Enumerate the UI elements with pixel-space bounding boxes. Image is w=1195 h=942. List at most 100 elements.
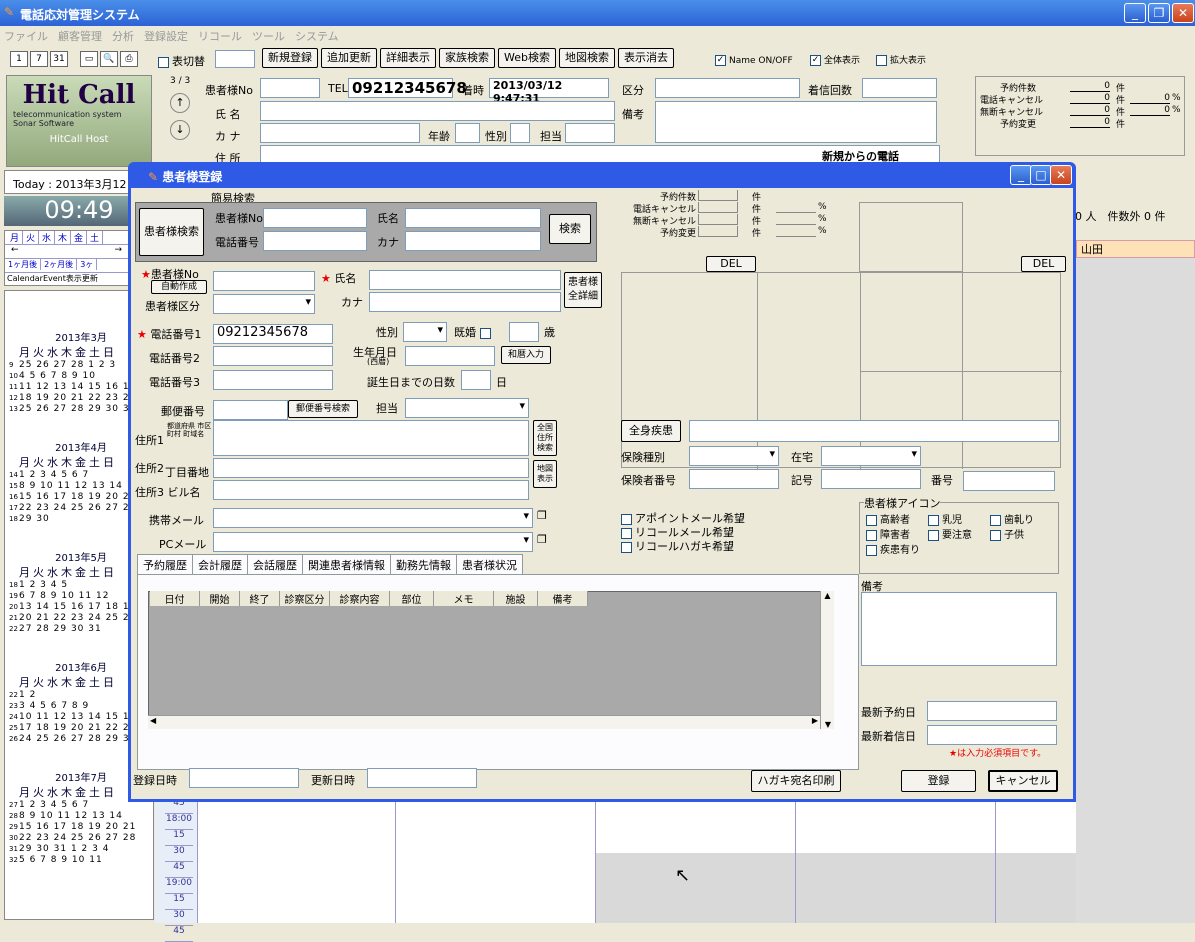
- dialog-close-icon[interactable]: ✕: [1050, 165, 1072, 185]
- window-icon[interactable]: ▭: [80, 51, 98, 67]
- hokensha-field[interactable]: [689, 469, 779, 489]
- calendar-1-icon[interactable]: 1: [10, 51, 28, 67]
- yubin-search-button[interactable]: 郵便番号検索: [288, 400, 358, 418]
- icon-checkbox-5[interactable]: 子供: [990, 526, 1052, 541]
- kakudai-checkbox[interactable]: [876, 54, 887, 66]
- jidou-button[interactable]: 自動作成: [151, 280, 207, 294]
- icon-checkbox-0[interactable]: 高齢者: [866, 511, 928, 526]
- print-icon[interactable]: ⎙: [120, 51, 138, 67]
- chakushin-field[interactable]: [862, 78, 937, 98]
- day-1[interactable]: 火: [23, 231, 39, 244]
- dialog-maximize-icon[interactable]: □: [1030, 165, 1052, 185]
- seibetsu-select[interactable]: ▾: [403, 322, 447, 342]
- zenkoku-button[interactable]: 全国住所検索: [533, 420, 557, 456]
- zenshin-field[interactable]: [689, 420, 1059, 442]
- toolbar-button-1[interactable]: 追加更新: [321, 48, 377, 68]
- menu-item-1[interactable]: 顧客管理: [58, 30, 102, 43]
- col-header-2[interactable]: 終了: [240, 591, 280, 606]
- vscroll[interactable]: ▲ ▼: [820, 591, 834, 729]
- col-header-7[interactable]: 施設: [494, 591, 538, 606]
- minimize-icon[interactable]: _: [1124, 3, 1146, 23]
- seibetsu-field[interactable]: [510, 123, 530, 143]
- menu-item-4[interactable]: リコール: [198, 30, 242, 43]
- icon-checkbox-6[interactable]: 疾患有り: [866, 541, 928, 556]
- toolbar-button-0[interactable]: 新規登録: [262, 48, 318, 68]
- tel2-field[interactable]: [213, 346, 333, 366]
- prev-week-arrow[interactable]: ←: [11, 245, 19, 255]
- age-field[interactable]: [509, 322, 539, 342]
- toolbar-button-2[interactable]: 詳細表示: [380, 48, 436, 68]
- tel1-field[interactable]: 09212345678: [213, 324, 333, 344]
- kubun-select[interactable]: ▾: [213, 294, 315, 314]
- menu-item-3[interactable]: 登録設定: [144, 30, 188, 43]
- tab-4[interactable]: 勤務先情報: [390, 554, 457, 575]
- icon-checkbox-3[interactable]: 障害者: [866, 526, 928, 541]
- tab-2[interactable]: 会話履歴: [247, 554, 303, 575]
- calendar-7-icon[interactable]: 7: [30, 51, 48, 67]
- no-field[interactable]: [213, 271, 315, 291]
- up-arrow-icon[interactable]: ↑: [170, 93, 190, 113]
- tantou-select[interactable]: ▾: [405, 398, 529, 418]
- yubin-field[interactable]: [213, 400, 288, 420]
- col-header-6[interactable]: メモ: [434, 591, 494, 606]
- col-header-1[interactable]: 開始: [200, 591, 240, 606]
- name-field[interactable]: [369, 270, 561, 290]
- zaitaku-select[interactable]: ▾: [821, 446, 921, 466]
- next-week-arrow[interactable]: →: [19, 245, 123, 255]
- del-button-1[interactable]: DEL: [706, 256, 756, 272]
- menu-item-0[interactable]: ファイル: [4, 30, 48, 43]
- tab-3[interactable]: 関連患者様情報: [302, 554, 391, 575]
- col-header-5[interactable]: 部位: [390, 591, 434, 606]
- col-header-3[interactable]: 診察区分: [280, 591, 330, 606]
- maximize-icon[interactable]: ❐: [1148, 3, 1170, 23]
- shimei-field[interactable]: [260, 101, 615, 121]
- month-btn-2[interactable]: 3ヶ: [77, 259, 98, 270]
- menu-item-2[interactable]: 分析: [112, 30, 134, 43]
- bangou-field[interactable]: [963, 471, 1055, 491]
- pc-window-icon[interactable]: ❐: [537, 533, 547, 546]
- dialog-minimize-icon[interactable]: _: [1010, 165, 1032, 185]
- chizu-button[interactable]: 地図表示: [533, 460, 557, 488]
- week-row[interactable]: 3129 30 31 1 2 3 4: [9, 844, 153, 855]
- addr1-field[interactable]: [213, 420, 529, 456]
- keitai-window-icon[interactable]: ❐: [537, 509, 547, 522]
- addr2-field[interactable]: [213, 458, 529, 478]
- tab-1[interactable]: 会計履歴: [192, 554, 248, 575]
- chakuji-field[interactable]: 2013/03/12 9:47:31: [489, 78, 609, 105]
- qs-name-field[interactable]: [405, 208, 541, 228]
- keitai-field[interactable]: ▾: [213, 508, 533, 528]
- saishin-yoyaku-field[interactable]: [927, 701, 1057, 721]
- kanja-no-field[interactable]: [260, 78, 320, 98]
- kigou-field[interactable]: [821, 469, 921, 489]
- month-btn-1[interactable]: 2ヶ月後: [41, 259, 78, 270]
- col-header-8[interactable]: 備考: [538, 591, 588, 606]
- kubun-field[interactable]: [655, 78, 800, 98]
- tel-field[interactable]: 09212345678: [348, 78, 467, 98]
- saishin-chaku-field[interactable]: [927, 725, 1057, 745]
- qs-no-field[interactable]: [263, 208, 367, 228]
- qs-tel-field[interactable]: [263, 231, 367, 251]
- bikou2-field[interactable]: [861, 592, 1057, 666]
- birth-field[interactable]: [405, 346, 495, 366]
- icon-checkbox-2[interactable]: 歯軋り: [990, 511, 1050, 526]
- week-row[interactable]: 325 6 7 8 9 10 11: [9, 855, 153, 866]
- calendar-31-icon[interactable]: 31: [50, 51, 68, 67]
- touroku-button[interactable]: 登録: [901, 770, 976, 792]
- tel3-field[interactable]: [213, 370, 333, 390]
- del-button-2[interactable]: DEL: [1021, 256, 1066, 272]
- tanjoubi-field[interactable]: [461, 370, 491, 390]
- down-arrow-icon[interactable]: ↓: [170, 120, 190, 140]
- wareki-button[interactable]: 和暦入力: [501, 346, 551, 364]
- recall-hagaki-checkbox[interactable]: リコールハガキ希望: [621, 538, 734, 554]
- menu-item-6[interactable]: システム: [295, 30, 339, 43]
- hyouki-input[interactable]: [215, 50, 255, 68]
- toolbar-button-3[interactable]: 家族検索: [439, 48, 495, 68]
- cancel-button[interactable]: キャンセル: [988, 770, 1058, 792]
- icon-checkbox-1[interactable]: 乳児: [928, 511, 990, 526]
- pc-field[interactable]: ▾: [213, 532, 533, 552]
- kensaku-button[interactable]: 検索: [549, 214, 591, 244]
- hoken-shubetsu-select[interactable]: ▾: [689, 446, 779, 466]
- bikou-field[interactable]: [655, 101, 937, 143]
- zenshin-button[interactable]: 全身疾患: [621, 420, 681, 442]
- week-row[interactable]: 2915 16 17 18 19 20 21: [9, 822, 153, 833]
